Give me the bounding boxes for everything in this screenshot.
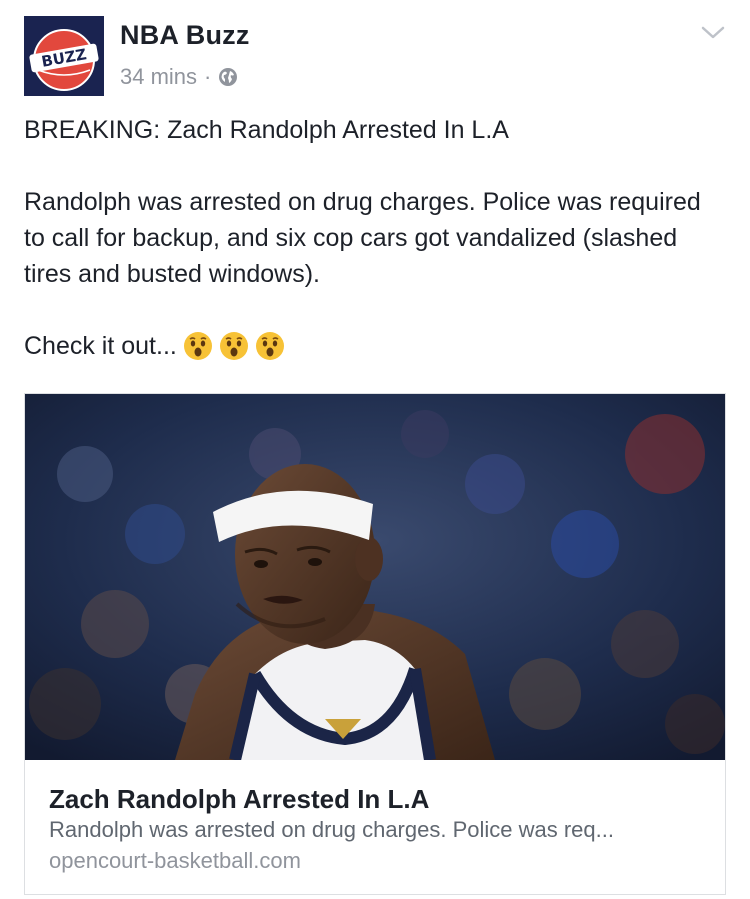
link-description: Randolph was arrested on drug charges. P… — [49, 817, 614, 842]
post-timestamp[interactable]: 34 mins — [120, 64, 197, 90]
post-meta: 34 mins · — [120, 64, 238, 90]
post-body: Randolph was arrested on drug charges. P… — [24, 188, 701, 288]
globe-icon — [218, 67, 238, 87]
hushed-face-emoji-icon — [219, 331, 249, 361]
link-preview-card[interactable]: Zach Randolph Arrested In L.A Randolph w… — [24, 393, 726, 895]
page-name[interactable]: NBA Buzz — [120, 20, 250, 51]
post-message: BREAKING: Zach Randolph Arrested In L.A … — [24, 112, 726, 364]
page-avatar[interactable]: BUZZ — [24, 16, 104, 96]
meta-separator: · — [204, 64, 212, 89]
link-preview-image[interactable] — [25, 394, 725, 760]
hushed-face-emoji-icon — [255, 331, 285, 361]
link-domain: opencourt-basketball.com — [49, 848, 301, 873]
post-headline: BREAKING: Zach Randolph Arrested In L.A — [24, 116, 509, 144]
cta-text: Check it out... — [24, 332, 177, 360]
chevron-down-icon[interactable] — [700, 24, 726, 42]
hushed-face-emoji-icon — [183, 331, 213, 361]
post-cta: Check it out... — [24, 328, 726, 364]
link-title[interactable]: Zach Randolph Arrested In L.A — [49, 784, 429, 815]
post-header: BUZZ NBA Buzz 34 mins · — [24, 16, 726, 96]
